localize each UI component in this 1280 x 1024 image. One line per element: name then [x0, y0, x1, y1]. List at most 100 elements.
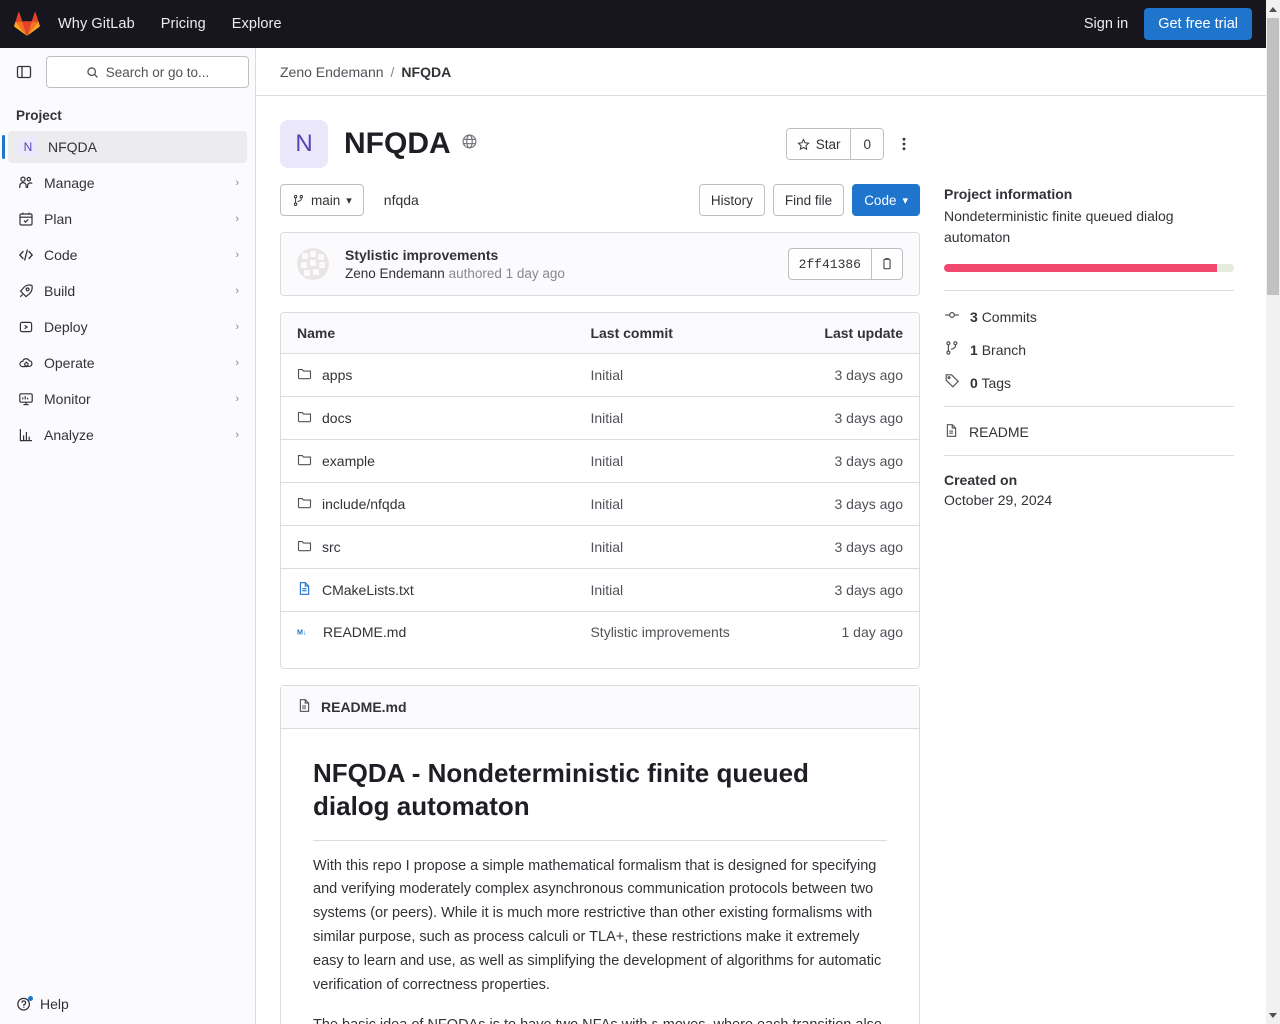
- top-nav-links: Why GitLab Pricing Explore: [58, 16, 282, 32]
- file-name[interactable]: apps: [322, 367, 352, 383]
- sidebar-item-monitor[interactable]: Monitor ›: [8, 383, 247, 415]
- chevron-right-icon: ›: [235, 213, 239, 225]
- breadcrumb-current[interactable]: NFQDA: [401, 64, 451, 80]
- copy-icon[interactable]: [871, 248, 903, 280]
- tags-label: Tags: [981, 374, 1012, 391]
- commits-stat[interactable]: 3 Commits: [944, 307, 1234, 326]
- breadcrumb-owner[interactable]: Zeno Endemann: [280, 64, 384, 80]
- page-root: Why GitLab Pricing Explore Sign in Get f…: [0, 0, 1280, 1024]
- branches-stat[interactable]: 1 Branch: [944, 340, 1234, 359]
- language-segment-primary: [944, 264, 1218, 272]
- file-last-commit[interactable]: Stylistic improvements: [574, 612, 778, 653]
- kebab-menu-icon[interactable]: [888, 128, 920, 160]
- top-nav-link-explore[interactable]: Explore: [232, 16, 282, 32]
- table-row[interactable]: src Initial 3 days ago: [281, 525, 919, 569]
- file-last-commit[interactable]: Initial: [574, 439, 779, 483]
- sidebar-item-manage[interactable]: Manage ›: [8, 167, 247, 199]
- sidebar-item-label: Monitor: [44, 391, 91, 407]
- top-nav-actions: Sign in Get free trial: [1084, 8, 1252, 40]
- file-name[interactable]: include/nfqda: [322, 496, 405, 512]
- file-last-commit[interactable]: Initial: [574, 568, 779, 612]
- table-row[interactable]: docs Initial 3 days ago: [281, 396, 919, 440]
- column-header-name[interactable]: Name: [281, 313, 575, 354]
- users-icon: [18, 175, 34, 191]
- file-last-update: 1 day ago: [841, 624, 904, 640]
- language-bar[interactable]: [944, 264, 1234, 272]
- file-last-commit[interactable]: Initial: [574, 353, 779, 397]
- main-content: Zeno Endemann / NFQDA N NFQDA Star 0 mai…: [256, 48, 1266, 1024]
- scroll-down-arrow-icon[interactable]: [1266, 1008, 1280, 1022]
- sidebar-toggle-button[interactable]: [8, 56, 40, 88]
- chevron-right-icon: ›: [235, 249, 239, 261]
- top-nav-link-why-gitlab[interactable]: Why GitLab: [58, 16, 135, 32]
- sign-in-link[interactable]: Sign in: [1084, 16, 1128, 32]
- sidebar-item-code[interactable]: Code ›: [8, 239, 247, 271]
- file-doc-icon: [944, 423, 959, 441]
- table-row[interactable]: apps Initial 3 days ago: [281, 353, 919, 397]
- repository-column: N NFQDA Star 0 main ▾ nfqda History Find…: [280, 112, 920, 1024]
- cloud-gear-icon: [18, 355, 34, 371]
- chevron-right-icon: ›: [235, 357, 239, 369]
- sidebar-item-plan[interactable]: Plan ›: [8, 203, 247, 235]
- sidebar-item-analyze[interactable]: Analyze ›: [8, 419, 247, 451]
- file-name[interactable]: README.md: [323, 624, 406, 640]
- help-button[interactable]: Help: [16, 996, 243, 1012]
- star-button[interactable]: Star: [786, 129, 851, 159]
- top-nav-link-pricing[interactable]: Pricing: [161, 16, 206, 32]
- scrollbar-thumb[interactable]: [1267, 18, 1279, 295]
- project-information-title: Project information: [944, 186, 1073, 202]
- star-count[interactable]: 0: [850, 129, 883, 159]
- file-name[interactable]: CMakeLists.txt: [322, 582, 414, 598]
- table-row[interactable]: CMakeLists.txt Initial 3 days ago: [281, 568, 919, 612]
- sidebar-item-build[interactable]: Build ›: [8, 275, 247, 307]
- page-scrollbar[interactable]: [1266, 0, 1280, 1024]
- code-icon: [18, 247, 34, 263]
- get-free-trial-button[interactable]: Get free trial: [1144, 8, 1252, 40]
- file-last-commit[interactable]: Initial: [574, 482, 779, 526]
- scroll-up-arrow-icon[interactable]: [1266, 2, 1280, 16]
- commit-author[interactable]: Zeno Endemann: [345, 266, 445, 281]
- readme-link[interactable]: README: [944, 423, 1234, 441]
- branch-selector[interactable]: main ▾: [280, 184, 364, 216]
- content-columns: N NFQDA Star 0 main ▾ nfqda History Find…: [256, 96, 1266, 1024]
- chart-icon: [18, 427, 34, 443]
- file-last-commit[interactable]: Initial: [574, 396, 779, 440]
- repository-toolbar: main ▾ nfqda History Find file Code ▾: [280, 184, 920, 216]
- table-row[interactable]: M↓ README.md Stylistic improvements 1 da…: [281, 612, 919, 653]
- file-name[interactable]: src: [322, 539, 341, 555]
- find-file-button[interactable]: Find file: [772, 184, 845, 216]
- project-header-actions: Star 0: [785, 120, 920, 160]
- table-row[interactable]: example Initial 3 days ago: [281, 439, 919, 483]
- commit-sha[interactable]: 2ff41386: [787, 248, 871, 280]
- sidebar-item-operate[interactable]: Operate ›: [8, 347, 247, 379]
- globe-icon: [461, 133, 478, 155]
- project-description: Nondeterministic finite queued dialog au…: [944, 208, 1174, 245]
- gitlab-logo-icon[interactable]: [14, 11, 40, 37]
- file-table-body: apps Initial 3 days ago docs Initial 3 d…: [281, 353, 919, 653]
- file-icon: [297, 581, 312, 599]
- table-row[interactable]: include/nfqda Initial 3 days ago: [281, 482, 919, 526]
- sidebar-item-deploy[interactable]: Deploy ›: [8, 311, 247, 343]
- search-input[interactable]: Search or go to...: [46, 56, 249, 88]
- rocket-icon: [18, 283, 34, 299]
- code-dropdown-button[interactable]: Code ▾: [852, 184, 920, 216]
- sidebar-item-nfqda[interactable]: N NFQDA: [2, 131, 247, 163]
- repository-toolbar-actions: History Find file Code ▾: [698, 184, 920, 216]
- readme-filename[interactable]: README.md: [321, 699, 407, 715]
- column-header-last-update[interactable]: Last update: [778, 313, 919, 354]
- file-last-update: 3 days ago: [778, 353, 919, 397]
- history-button[interactable]: History: [698, 184, 765, 216]
- branches-count: 1: [970, 341, 978, 358]
- file-name[interactable]: example: [322, 453, 375, 469]
- commit-text: Stylistic improvements Zeno Endemann aut…: [345, 247, 565, 281]
- file-name[interactable]: docs: [322, 410, 352, 426]
- file-last-update: 3 days ago: [778, 439, 919, 483]
- tags-stat[interactable]: 0 Tags: [944, 373, 1234, 392]
- commit-title[interactable]: Stylistic improvements: [345, 247, 565, 263]
- readme-body: NFQDA - Nondeterministic finite queued d…: [281, 729, 919, 1024]
- breadcrumb: Zeno Endemann / NFQDA: [256, 48, 1266, 96]
- chevron-right-icon: ›: [235, 177, 239, 189]
- column-header-last-commit[interactable]: Last commit: [574, 313, 779, 354]
- file-last-commit[interactable]: Initial: [574, 525, 779, 569]
- folder-icon: [297, 452, 312, 470]
